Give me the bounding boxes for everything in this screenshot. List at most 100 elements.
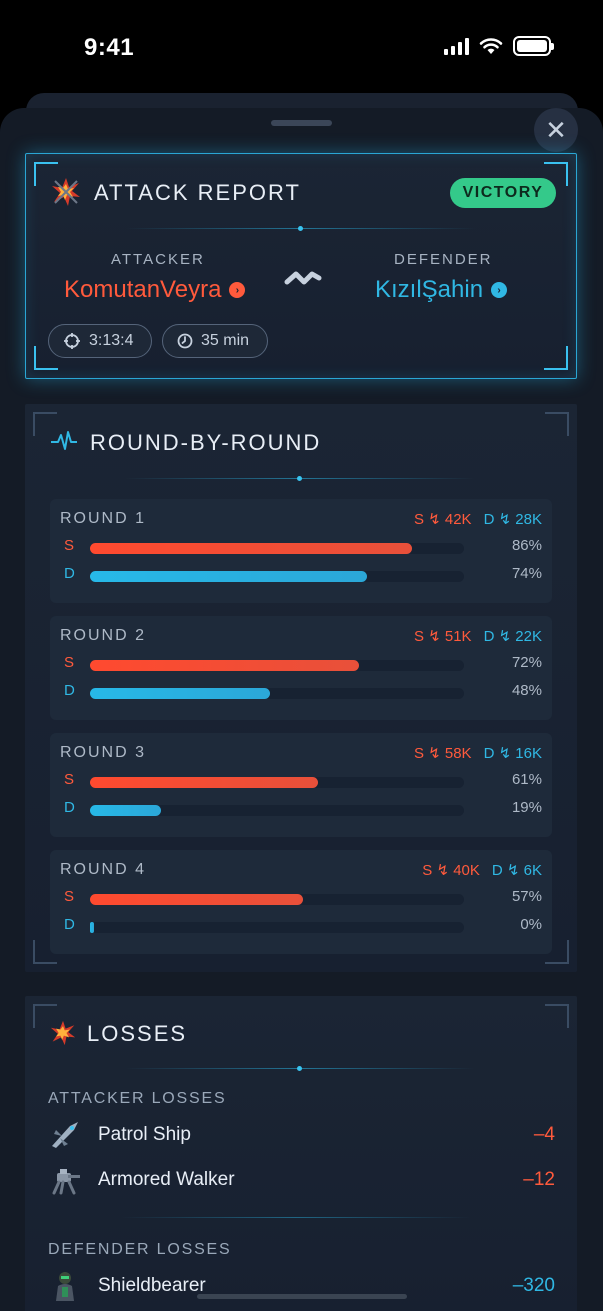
sheet-grabber[interactable]	[271, 120, 332, 126]
attacker-bar-track	[90, 660, 464, 671]
battery-icon	[513, 36, 554, 56]
duration-text: 35 min	[201, 332, 250, 349]
explosion-icon	[52, 178, 80, 206]
defender-power: D ↯ 6K	[491, 862, 542, 879]
loss-row-patrol-ship[interactable]: Patrol Ship –4	[48, 1117, 555, 1153]
round-power-stats: S ↯ 40K D ↯ 6K	[422, 861, 542, 879]
defender-bar-fill	[90, 571, 367, 582]
defender-bar-row: D 74%	[64, 565, 542, 585]
round-title: ROUND 2	[60, 627, 147, 644]
attacker-power: S ↯ 51K	[413, 628, 472, 645]
defender-bar-fill	[90, 922, 94, 933]
attacker-percent: 57%	[511, 888, 542, 905]
defender-losses-label: DEFENDER LOSSES	[48, 1241, 232, 1258]
attacker-bar-row: S 57%	[64, 888, 542, 908]
defender-bar-track	[90, 571, 464, 582]
report-title: ATTACK REPORT	[94, 180, 301, 205]
attacker-bar-fill	[90, 660, 360, 671]
clock-icon	[177, 333, 193, 349]
attacker-bar-track	[90, 777, 464, 788]
attack-report-card: ATTACK REPORT VICTORY ATTACKER KomutanVe…	[25, 153, 577, 379]
defender-bar-row: D 48%	[64, 682, 542, 702]
close-icon: ✕	[545, 114, 567, 145]
unit-name: Shieldbearer	[98, 1275, 206, 1296]
defender-bar-fill	[90, 688, 270, 699]
shieldbearer-icon	[56, 1272, 74, 1301]
round-block: ROUND 3 S ↯ 58K D ↯ 16K S 61% D 19%	[50, 733, 552, 837]
attacker-losses-label: ATTACKER LOSSES	[48, 1090, 227, 1107]
duration-chip: 35 min	[162, 324, 268, 358]
patrol-ship-icon	[52, 1122, 78, 1148]
round-block: ROUND 4 S ↯ 40K D ↯ 6K S 57% D 0%	[50, 850, 552, 954]
attacker-bar-fill	[90, 777, 319, 788]
attacker-power: S ↯ 42K	[413, 511, 472, 528]
home-indicator	[197, 1294, 407, 1299]
attacker-name-link[interactable]: KomutanVeyra ›	[64, 276, 246, 304]
attacker-bar-row: S 72%	[64, 654, 542, 674]
attacker-bar-fill	[90, 543, 412, 554]
pulse-icon	[51, 431, 77, 450]
cellular-signal-icon	[444, 37, 469, 55]
defender-percent: 48%	[511, 682, 542, 699]
attacker-power: S ↯ 40K	[422, 862, 480, 879]
attacker-letter: S	[64, 888, 75, 905]
zigzag-versus-icon	[284, 271, 322, 285]
report-divider	[126, 226, 476, 231]
attacker-bar-row: S 61%	[64, 771, 542, 791]
wifi-icon	[479, 38, 503, 54]
attacker-bar-fill	[90, 894, 304, 905]
losses-title: LOSSES	[87, 1021, 188, 1046]
attacker-bar-track	[90, 543, 464, 554]
defender-power: D ↯ 28K	[483, 511, 542, 528]
defender-letter: D	[64, 799, 75, 816]
defender-bar-fill	[90, 805, 162, 816]
attacker-label: ATTACKER	[111, 251, 205, 268]
defender-bar-track	[90, 805, 464, 816]
unit-name: Patrol Ship	[98, 1124, 191, 1145]
round-title: ROUND 4	[60, 861, 147, 878]
losses-divider	[125, 1066, 475, 1071]
defender-label: DEFENDER	[394, 251, 493, 268]
defender-letter: D	[64, 916, 75, 933]
round-by-round-card: ROUND-BY-ROUND ROUND 1 S ↯ 42K D ↯ 28K S 86%…	[25, 404, 577, 972]
rounds-divider	[125, 476, 475, 481]
losses-card: LOSSES ATTACKER LOSSES Patrol Ship –4 Ar…	[25, 996, 577, 1311]
coordinates-text: 3:13:4	[89, 332, 134, 349]
status-bar: 9:41	[0, 0, 603, 96]
attacker-percent: 61%	[511, 771, 542, 788]
loss-value: –320	[512, 1275, 555, 1296]
rounds-title: ROUND-BY-ROUND	[90, 430, 322, 455]
unit-name: Armored Walker	[98, 1169, 235, 1190]
attacker-name: KomutanVeyra	[64, 276, 222, 303]
armored-walker-icon	[52, 1169, 80, 1195]
loss-row-armored-walker[interactable]: Armored Walker –12	[48, 1162, 555, 1198]
close-button[interactable]: ✕	[534, 108, 578, 152]
defender-letter: D	[64, 565, 75, 582]
round-power-stats: S ↯ 42K D ↯ 28K	[414, 510, 542, 528]
defender-percent: 19%	[511, 799, 542, 816]
round-block: ROUND 1 S ↯ 42K D ↯ 28K S 86% D 74%	[50, 499, 552, 603]
attack-report-sheet: ✕ ATTACK REPORT VICTORY ATTACKER Komutan…	[0, 108, 603, 1311]
round-power-stats: S ↯ 58K D ↯ 16K	[414, 744, 542, 762]
explosion-icon	[50, 1020, 76, 1046]
defender-name: KızılŞahin	[375, 276, 484, 303]
attacker-percent: 72%	[511, 654, 542, 671]
defender-name-link[interactable]: KızılŞahin ›	[375, 276, 508, 304]
chevron-right-icon: ›	[229, 282, 246, 298]
chevron-right-icon: ›	[491, 282, 508, 298]
attacker-bar-row: S 86%	[64, 537, 542, 557]
loss-value: –12	[523, 1169, 555, 1190]
coordinates-chip[interactable]: 3:13:4	[48, 324, 152, 358]
status-time: 9:41	[84, 34, 135, 61]
defender-letter: D	[64, 682, 75, 699]
defender-bar-row: D 19%	[64, 799, 542, 819]
defender-power: D ↯ 22K	[483, 628, 542, 645]
defender-bar-track	[90, 688, 464, 699]
defender-percent: 0%	[520, 916, 542, 933]
attacker-letter: S	[64, 654, 75, 671]
victory-badge: VICTORY	[450, 178, 556, 208]
round-power-stats: S ↯ 51K D ↯ 22K	[414, 627, 542, 645]
attacker-letter: S	[64, 771, 75, 788]
defender-percent: 74%	[511, 565, 542, 582]
attacker-bar-track	[90, 894, 464, 905]
